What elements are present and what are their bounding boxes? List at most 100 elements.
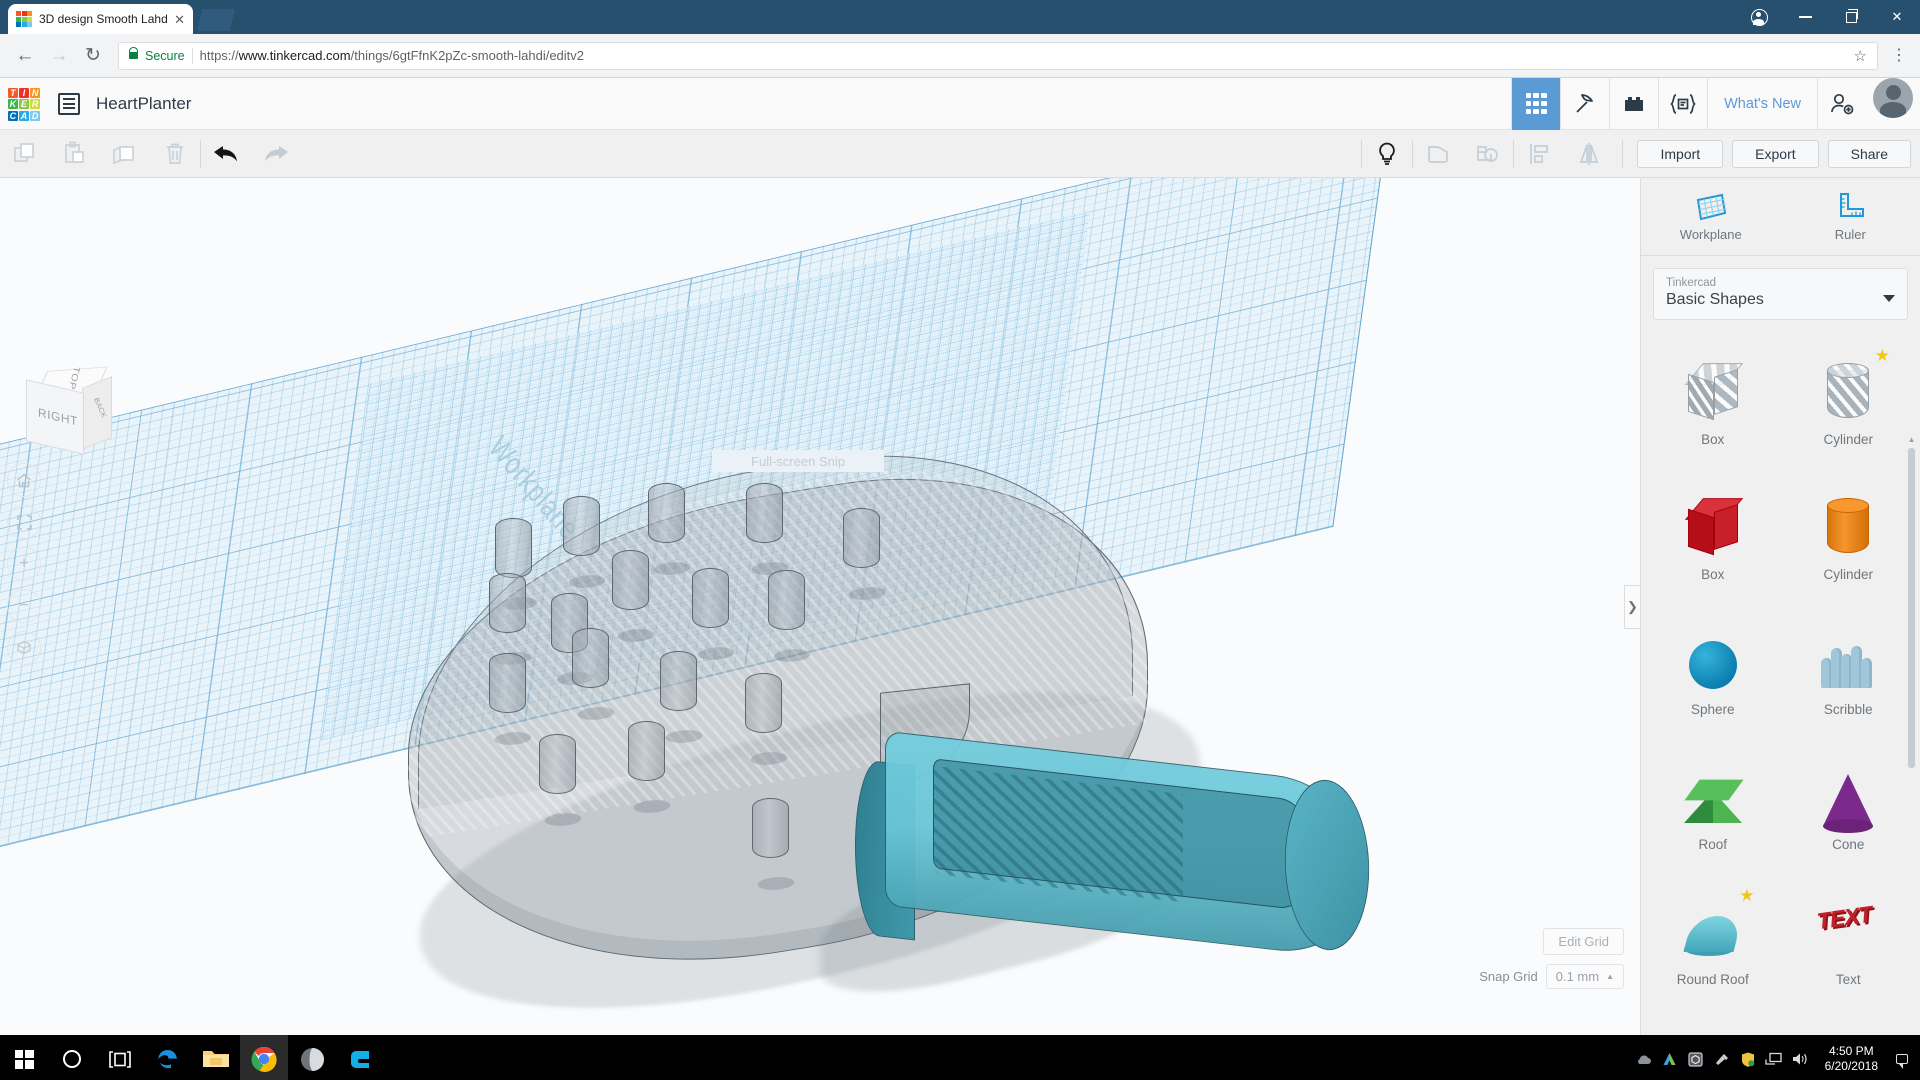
scroll-up-arrow[interactable]: ▲ (1907, 435, 1916, 444)
close-window-button[interactable]: ✕ (1874, 0, 1920, 34)
gallery-grid-icon[interactable] (1511, 77, 1561, 130)
view-cube[interactable]: RIGHT TOP BACK (20, 360, 112, 455)
zoom-out-button[interactable]: − (7, 589, 41, 623)
bookmark-star-icon[interactable]: ☆ (1854, 47, 1867, 65)
logo-tile-c: C (8, 110, 18, 121)
import-button[interactable]: Import (1637, 139, 1724, 168)
shield-tray-icon[interactable] (1735, 1035, 1761, 1080)
workplane-icon (1696, 193, 1727, 220)
shape-item-box-0[interactable]: Box (1645, 338, 1781, 473)
browser-tab[interactable]: 3D design Smooth Lahdi ✕ (8, 4, 193, 34)
avatar[interactable] (1873, 77, 1913, 118)
close-tab-icon[interactable]: ✕ (174, 13, 185, 26)
start-button[interactable] (0, 1035, 48, 1080)
autodesk-tray-icon[interactable] (1657, 1035, 1683, 1080)
codeblocks-icon[interactable] (1658, 77, 1707, 130)
undo-icon[interactable] (201, 130, 251, 178)
cura-taskbar-item[interactable] (336, 1035, 384, 1080)
add-person-icon[interactable] (1817, 77, 1866, 130)
app-header: TIN KER CAD HeartPlanter What's New (0, 77, 1920, 130)
shape-library-dropdown[interactable]: Tinkercad Basic Shapes (1653, 268, 1908, 320)
shape-label: Round Roof (1676, 972, 1749, 987)
shape-item-sphere-4[interactable]: Sphere (1645, 608, 1781, 743)
chevron-down-icon[interactable] (1883, 295, 1895, 302)
scribble-shape (1817, 634, 1879, 696)
shape-item-box-2[interactable]: Box (1645, 473, 1781, 608)
shape-list[interactable]: Box ★ Cylinder Box Cylinder Sphere Scribble… (1641, 332, 1920, 1035)
roof-shape (1682, 769, 1744, 831)
logo-tile-i: I (19, 87, 29, 98)
taskbar-clock[interactable]: 4:50 PM 6/20/2018 (1813, 1044, 1890, 1074)
chrome-icon (251, 1046, 277, 1072)
duplicate-icon (100, 130, 150, 178)
lego-brick-icon[interactable] (1609, 77, 1658, 130)
address-bar[interactable]: Secure https://www.tinkercad.com/things/… (118, 41, 1878, 70)
paste-icon (50, 130, 100, 178)
tinkercad-logo[interactable]: TIN KER CAD (8, 87, 40, 121)
shapes-scrollbar[interactable]: ▲ (1907, 435, 1916, 1035)
network-tray-icon[interactable] (1761, 1035, 1787, 1080)
volume-tray-icon[interactable] (1787, 1035, 1813, 1080)
speaker-tray-icon[interactable] (1709, 1035, 1735, 1080)
shape-item-cylinder-1[interactable]: ★ Cylinder (1781, 338, 1917, 473)
workplane-tool-label: Workplane (1679, 226, 1742, 242)
share-button[interactable]: Share (1827, 139, 1911, 168)
perspective-toggle-button[interactable] (7, 631, 41, 665)
round-roof-trough[interactable] (855, 730, 1375, 961)
lightbulb-icon[interactable] (1362, 130, 1412, 178)
zoom-in-button[interactable]: + (7, 547, 41, 581)
notification-icon[interactable] (1896, 1054, 1908, 1069)
3d-viewport[interactable]: Workplane Full-screen Snip RIGHT TOP BAC… (0, 178, 1640, 1035)
forward-button: → (49, 44, 69, 66)
shape-label: Box (1701, 567, 1725, 582)
maximize-window-button[interactable] (1828, 0, 1874, 34)
editor-toolbar: Import Export Share (0, 130, 1920, 178)
library-group-label: Tinkercad (1666, 277, 1717, 289)
cortana-button[interactable] (48, 1035, 96, 1080)
sphere-app-taskbar-item[interactable] (288, 1035, 336, 1080)
export-button[interactable]: Export (1732, 139, 1819, 168)
home-view-button[interactable] (7, 463, 41, 497)
peg-cylinder (745, 673, 782, 733)
shape-item-round-roof-8[interactable]: ★ Round Roof (1645, 878, 1781, 1013)
snap-grid-dropdown[interactable]: 0.1 mm ▲ (1545, 964, 1624, 989)
shape-item-roof-6[interactable]: Roof (1645, 743, 1781, 878)
shape-label: Roof (1698, 837, 1728, 852)
project-menu-icon[interactable] (58, 92, 80, 115)
shape-label: Cylinder (1823, 432, 1874, 447)
pickaxe-icon[interactable] (1560, 77, 1609, 130)
shape-item-scribble-5[interactable]: Scribble (1781, 608, 1917, 743)
fit-to-view-button[interactable] (7, 505, 41, 539)
favorite-star-icon[interactable]: ★ (1739, 886, 1754, 906)
align-icon (1514, 130, 1564, 178)
logo-tile-c (16, 22, 21, 27)
explorer-taskbar-item[interactable] (192, 1035, 240, 1080)
whats-new-link[interactable]: What's New (1707, 77, 1817, 130)
reload-button[interactable]: ↻ (78, 41, 108, 71)
browser-profile-button[interactable] (1736, 0, 1782, 34)
chrome-menu-icon[interactable]: ⋮ (1888, 48, 1910, 63)
windows-taskbar: 4:50 PM 6/20/2018 (0, 1035, 1920, 1080)
divider (191, 47, 193, 64)
panel-collapse-toggle[interactable]: ❯ (1624, 584, 1640, 629)
edit-grid-button[interactable]: Edit Grid (1543, 928, 1624, 955)
workplane-tool[interactable]: Workplane (1641, 178, 1781, 255)
shape-label: Text (1835, 972, 1861, 987)
back-button[interactable]: ← (10, 41, 40, 71)
new-tab-button[interactable] (197, 9, 235, 31)
task-view-button[interactable] (96, 1035, 144, 1080)
shape-item-cone-7[interactable]: Cone (1781, 743, 1917, 878)
chrome-taskbar-item[interactable] (240, 1035, 288, 1080)
edge-taskbar-item[interactable] (144, 1035, 192, 1080)
shape-item-text-9[interactable]: TEXT Text (1781, 878, 1917, 1013)
page-title[interactable]: HeartPlanter (96, 94, 191, 114)
browser-tab-strip: 3D design Smooth Lahdi ✕ ✕ (0, 0, 1920, 34)
ruler-tool[interactable]: Ruler (1781, 178, 1920, 255)
show-hidden-icons-arrow[interactable] (1631, 1035, 1657, 1080)
volume-icon (1793, 1053, 1807, 1065)
3d-builder-tray-icon[interactable] (1683, 1035, 1709, 1080)
minimize-window-button[interactable] (1782, 0, 1828, 34)
shape-item-cylinder-3[interactable]: Cylinder (1781, 473, 1917, 608)
scrollbar-thumb[interactable] (1908, 448, 1915, 768)
favorite-star-icon[interactable]: ★ (1875, 346, 1890, 366)
